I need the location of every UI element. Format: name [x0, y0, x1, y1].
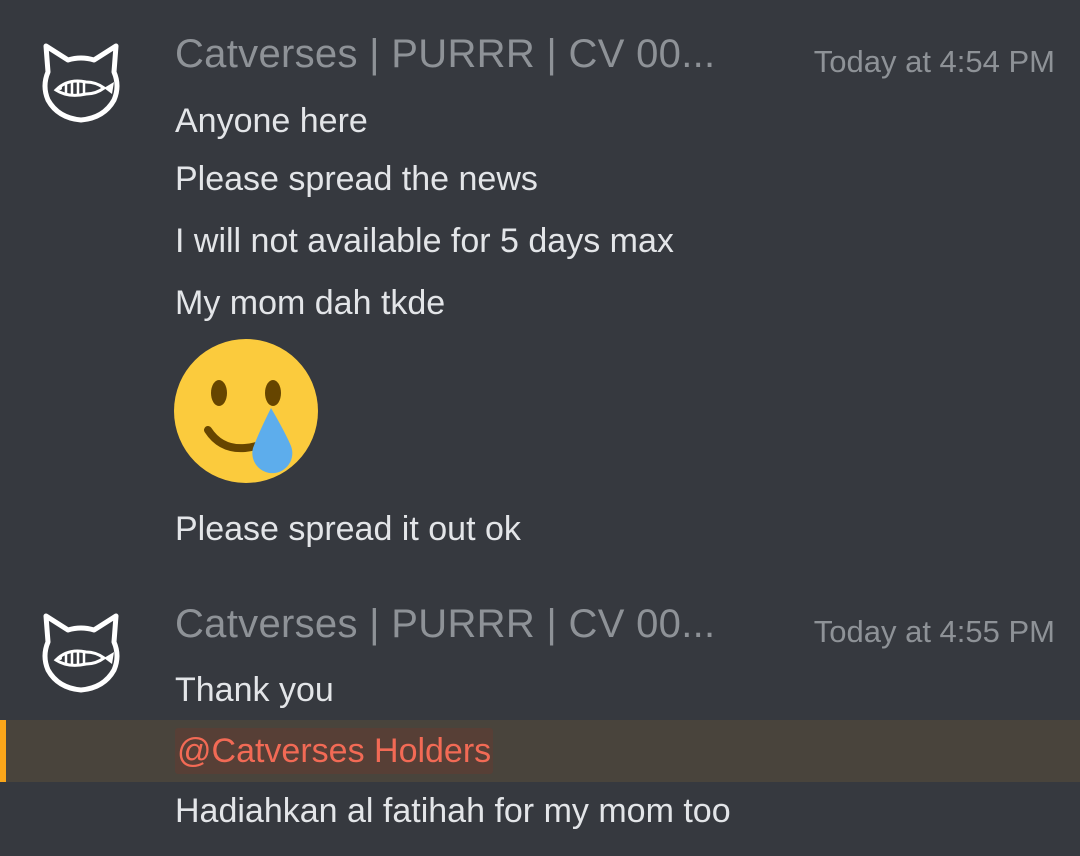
message-line: Please spread it out ok	[175, 510, 521, 548]
message-author[interactable]: Catverses | PURRR | CV 00...	[175, 32, 715, 77]
message-line: Please spread the news	[175, 160, 538, 198]
message-timestamp: Today at 4:55 PM	[813, 614, 1055, 649]
mention-indicator-bar	[0, 720, 6, 782]
message-line: Thank you	[175, 671, 334, 709]
message-timestamp: Today at 4:54 PM	[813, 44, 1055, 79]
message-line: Anyone here	[175, 102, 368, 140]
cat-fish-avatar-icon	[42, 43, 120, 123]
message-line: I will not available for 5 days max	[175, 222, 674, 260]
role-mention[interactable]: @Catverses Holders	[175, 728, 494, 774]
message-line: My mom dah tkde	[175, 284, 446, 322]
cat-fish-avatar-icon	[42, 613, 120, 693]
avatar[interactable]	[38, 608, 124, 694]
avatar[interactable]	[38, 38, 124, 124]
mention-highlight-row: @Catverses Holders	[0, 720, 1080, 782]
message-author[interactable]: Catverses | PURRR | CV 00...	[175, 602, 715, 647]
smiling-face-with-tear-icon[interactable]	[173, 338, 319, 484]
message-line: Hadiahkan al fatihah for my mom too	[175, 792, 731, 830]
